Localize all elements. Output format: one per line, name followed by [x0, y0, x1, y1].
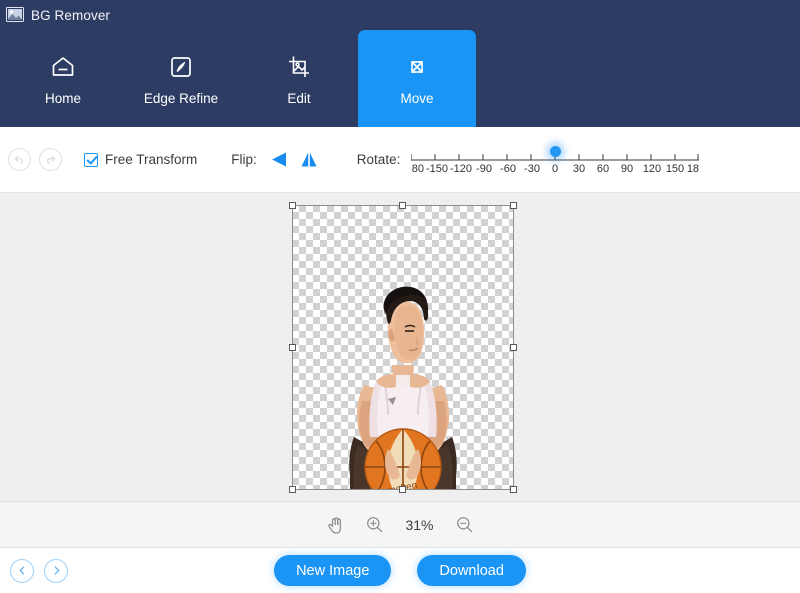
flip-vertical-icon[interactable]: [299, 151, 319, 168]
move-arrows-icon: [402, 52, 432, 82]
new-image-button[interactable]: New Image: [274, 555, 392, 586]
tab-edge-refine[interactable]: Edge Refine: [122, 30, 240, 127]
pen-square-icon: [166, 52, 196, 82]
tab-move[interactable]: Move: [358, 30, 476, 127]
free-transform-toggle[interactable]: Free Transform: [84, 152, 197, 167]
flip-label: Flip:: [231, 152, 257, 167]
handle-top-center[interactable]: [399, 202, 406, 209]
rotate-tick-150: 150: [666, 163, 684, 175]
rotate-tick--30: -30: [524, 163, 540, 175]
handle-top-left[interactable]: [289, 202, 296, 209]
rotate-tick--120: -120: [450, 163, 472, 175]
hand-tool-icon[interactable]: [327, 516, 344, 534]
rotate-slider[interactable]: -180 -150 -120 -90 -60 -30 0 30 60 90 12…: [411, 143, 700, 177]
zoom-in-icon[interactable]: [366, 516, 383, 533]
crop-image-icon: [284, 52, 314, 82]
footer-bar: New Image Download: [0, 548, 800, 593]
rotate-tick-120: 120: [643, 163, 661, 175]
canvas-stage[interactable]: molten: [0, 193, 800, 502]
rotate-tick-60: 60: [597, 163, 609, 175]
undo-arrow-icon[interactable]: [8, 148, 31, 171]
handle-middle-left[interactable]: [289, 343, 296, 351]
tab-edit[interactable]: Edit: [240, 30, 358, 127]
handle-middle-right[interactable]: [510, 343, 517, 351]
image-photo-icon: [6, 7, 24, 23]
handle-bottom-left[interactable]: [289, 486, 296, 493]
basketball-player-cutout[interactable]: molten: [292, 205, 514, 490]
main-toolbar: Home Edge Refine Edit Move: [0, 30, 800, 127]
rotate-label: Rotate:: [356, 152, 401, 167]
flip-controls: Flip:: [231, 151, 319, 168]
rotate-tick--60: -60: [500, 163, 516, 175]
rotate-controls: Rotate: 80 -150 -120 -90 -60 -30 0 30 60…: [357, 143, 700, 177]
rotate-tick-30: 30: [573, 163, 585, 175]
rotate-tick--90: -90: [476, 163, 492, 175]
footer-actions: New Image Download: [0, 555, 800, 586]
tab-edge-refine-label: Edge Refine: [143, 90, 219, 106]
zoom-bar: 31%: [0, 502, 800, 548]
title-bar: BG Remover: [0, 0, 800, 30]
handle-bottom-center[interactable]: [399, 486, 406, 493]
app-title: BG Remover: [31, 7, 111, 23]
flip-horizontal-icon[interactable]: [269, 151, 289, 168]
rotate-tick--180: -180: [411, 163, 424, 175]
move-options-bar: Free Transform Flip: Rotate: 80 -150 -12…: [0, 127, 800, 193]
home-icon: [48, 52, 78, 82]
tab-home-label: Home: [44, 90, 81, 106]
transparent-checkerboard: molten: [292, 205, 514, 490]
rotate-tick--150: -150: [426, 163, 448, 175]
download-button[interactable]: Download: [417, 555, 526, 586]
handle-top-right[interactable]: [510, 202, 517, 209]
handle-bottom-right[interactable]: [510, 486, 517, 493]
zoom-level: 31%: [405, 516, 434, 533]
rotate-slider-handle[interactable]: [549, 145, 561, 157]
rotate-tick-90: 90: [621, 163, 633, 175]
free-transform-checkbox[interactable]: [84, 152, 98, 167]
free-transform-label: Free Transform: [105, 152, 198, 167]
bg-remover-app: BG Remover Home Edge Refine Edit Move Fr…: [0, 0, 800, 593]
history-buttons: [8, 148, 62, 171]
tab-home[interactable]: Home: [4, 30, 122, 127]
tab-move-label: Move: [400, 90, 434, 106]
zoom-out-icon[interactable]: [456, 516, 473, 533]
redo-arrow-icon[interactable]: [39, 148, 62, 171]
tab-edit-label: Edit: [287, 90, 311, 106]
rotate-tick-180: 180: [687, 163, 699, 175]
rotate-tick-0: 0: [552, 163, 558, 175]
